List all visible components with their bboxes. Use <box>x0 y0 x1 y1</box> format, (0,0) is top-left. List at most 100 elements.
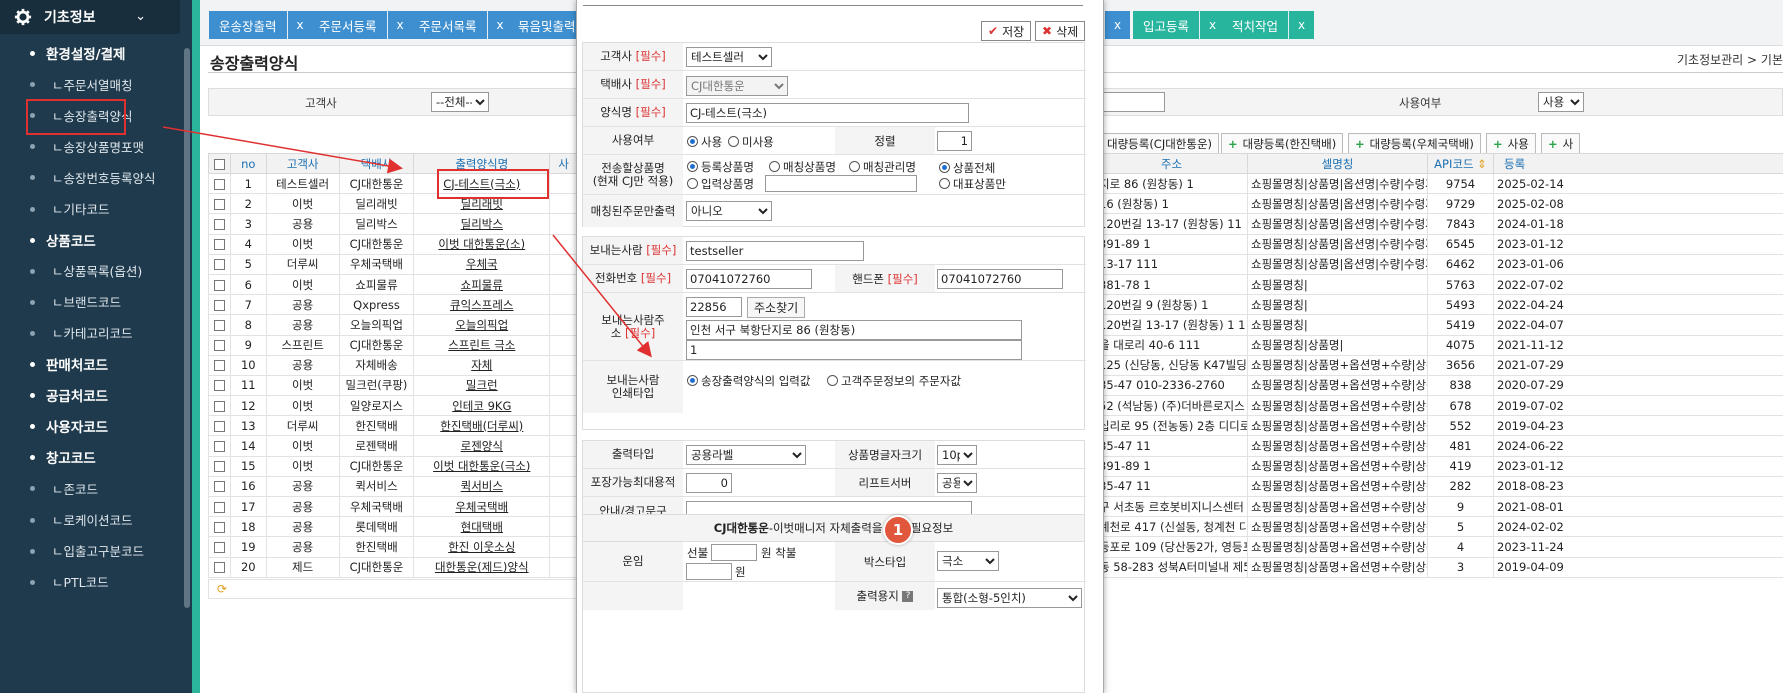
use-yes-radio[interactable]: 사용 <box>687 134 722 150</box>
table-row[interactable]: 11 이벗 밀크런(쿠팡) 밀크런 <box>208 374 578 397</box>
row-checkbox[interactable] <box>208 253 231 275</box>
sort-icon[interactable]: ⇕ <box>1474 157 1487 171</box>
form-name-link[interactable]: 딜리박스 <box>413 213 551 235</box>
tab-label[interactable]: 묶음및출력 <box>508 11 586 39</box>
refresh-icon[interactable]: ⟳ <box>208 579 578 599</box>
form-name-link[interactable]: 이벗 대한통운(소) <box>413 233 551 255</box>
sidebar-item[interactable]: ㄴ카테고리코드 <box>0 318 180 348</box>
table-row[interactable]: 13 더루씨 한진택배 한진택배(더루씨) <box>208 415 578 437</box>
sidebar-item[interactable]: ㄴ주문서열매칭 <box>0 69 180 99</box>
row-checkbox[interactable] <box>208 475 231 498</box>
row-checkbox[interactable] <box>208 395 231 417</box>
row-checkbox[interactable] <box>208 495 231 518</box>
form-name-link[interactable]: 현대택배 <box>413 516 551 538</box>
sidebar-item[interactable]: ㄴ존코드 <box>0 473 180 503</box>
receipt-select[interactable]: 공용 <box>937 473 977 493</box>
sidebar-header[interactable]: 기초정보 ⌄ <box>0 0 192 34</box>
table-row[interactable]: 16 (원창동) 1 쇼핑몰명칭|상품명|옵션명|수량|수령자 9729 2025-0… <box>1095 193 1783 215</box>
form-name-link[interactable]: 우체국 <box>413 253 551 275</box>
row-checkbox[interactable] <box>208 435 231 457</box>
col-header[interactable]: no <box>229 153 267 174</box>
row-checkbox[interactable] <box>208 172 231 195</box>
opt-all-products-radio[interactable]: 상품전체 <box>939 160 995 176</box>
form-name-link[interactable]: 밀크런 <box>413 374 551 397</box>
table-row[interactable]: 85-47 11 쇼핑몰명칭|상품명+옵션명+수량|상품 481 2024-06-22 <box>1095 435 1783 457</box>
row-checkbox[interactable] <box>208 294 231 316</box>
find-address-button[interactable]: 주소찾기 <box>747 297 806 318</box>
use-no-radio[interactable]: 미사용 <box>728 134 774 150</box>
tab-label[interactable]: 적치작업 <box>1222 11 1289 39</box>
col-header[interactable]: 사 <box>549 153 578 174</box>
col-header[interactable]: API코드 ⇕ <box>1427 153 1494 174</box>
opt-input-radio[interactable]: 입력상품명 <box>687 176 754 192</box>
table-row[interactable]: 계천로 417 (신설동, 청계천 디 쇼핑몰명칭|상품명+옵션명+수량|상품 5 2… <box>1095 516 1783 538</box>
opt-matched-radio[interactable]: 매칭상품명 <box>769 159 836 175</box>
matched-only-select[interactable]: 아니오 <box>686 201 772 221</box>
sidebar-item[interactable]: 사용자코드 <box>0 411 180 441</box>
sidebar-item[interactable]: 환경설정/결제 <box>0 38 180 68</box>
customer-select[interactable]: 테스트셀러 <box>686 47 772 67</box>
table-row[interactable]: 85-47 11 쇼핑몰명칭|상품명+옵션명+수량|상품 282 2018-08-23 <box>1095 475 1783 498</box>
tab-label[interactable]: 주문서등록 <box>309 11 387 39</box>
table-row[interactable]: 85-47 010-2336-2760 쇼핑몰명칭|상품명+옵션명+수량|상품 83… <box>1095 374 1783 397</box>
table-row[interactable]: 20 제드 CJ대한통운 대한통운(제드)양식 <box>208 556 578 578</box>
table-row[interactable]: 동 58-283 성북A터미널내 제5 쇼핑몰명칭|상품명+옵션명+수량|상품 3 2… <box>1095 556 1783 578</box>
table-row[interactable]: 3 공용 딜리박스 딜리박스 <box>208 213 578 235</box>
row-checkbox[interactable] <box>208 233 231 255</box>
form-name-link[interactable]: 인테코 9KG <box>413 395 551 417</box>
opt-rep-product-radio[interactable]: 대표상품만 <box>939 176 1006 192</box>
table-row[interactable]: 17 공용 우체국택배 우체국택배 <box>208 495 578 518</box>
sidebar-scrollbar[interactable] <box>184 48 190 608</box>
bulk-register-cj-button[interactable]: 대량등록(CJ대한통운) <box>1100 133 1220 154</box>
sidebar-item[interactable]: ㄴ송장번호등록양식 <box>0 162 180 192</box>
form-name-link[interactable]: 이벗 대한통운(극소) <box>413 455 551 477</box>
form-name-link[interactable]: 스프린트 극소 <box>413 334 551 356</box>
row-checkbox[interactable] <box>208 536 231 558</box>
print-form-input-radio[interactable]: 송장출력양식의 입력값 <box>687 373 810 389</box>
sidebar-item[interactable]: ㄴ입출고구분코드 <box>0 536 180 566</box>
row-checkbox[interactable] <box>208 273 231 296</box>
table-row[interactable]: 52 (석남동) (주)더바른로지스 쇼핑몰명칭|상품명+옵션명+수량|상품 678… <box>1095 395 1783 417</box>
row-checkbox[interactable] <box>208 314 231 336</box>
table-row[interactable]: 15 이벗 CJ대한통운 이벗 대한통운(극소) <box>208 455 578 477</box>
sender-input[interactable] <box>686 241 864 261</box>
close-icon[interactable]: x <box>1104 11 1130 39</box>
delete-button[interactable]: ✖ 삭제 <box>1035 21 1086 41</box>
output-type-select[interactable]: 공용라벨 <box>686 445 806 465</box>
table-row[interactable]: 지로 86 (원창동) 1 쇼핑몰명칭|상품명|옵션명|수량|수령자 9754 202… <box>1095 172 1783 195</box>
bulk-register-post-button[interactable]: + 대량등록(우체국택배) <box>1348 133 1481 154</box>
bulk-register-hanjin-button[interactable]: + 대량등록(한진택배) <box>1221 133 1344 154</box>
tab-hidden-close[interactable]: x <box>1104 11 1130 39</box>
tab-putaway[interactable]: 적치작업 x <box>1222 11 1315 39</box>
fare-prepaid-input[interactable] <box>711 544 757 561</box>
sidebar-item[interactable]: ㄴ브랜드코드 <box>0 287 180 317</box>
help-icon[interactable]: ? <box>902 590 914 602</box>
row-checkbox[interactable] <box>208 556 231 578</box>
sidebar-item[interactable]: 판매처코드 <box>0 349 180 379</box>
table-row[interactable]: 10 공용 자체배송 자체 <box>208 354 578 376</box>
opt-registered-radio[interactable]: 등록상품명 <box>687 159 754 175</box>
table-row[interactable]: 9 스프린트 CJ대한통운 스프린트 극소 <box>208 334 578 356</box>
table-row[interactable]: 십리로 95 (전농동) 2층 디디로 쇼핑몰명칭|상품명+옵션명+수량|상품 55… <box>1095 415 1783 437</box>
row-checkbox[interactable] <box>208 374 231 397</box>
table-row[interactable]: 120번길 13-17 (원창동) 11 쇼핑몰명칭|상품명|옵션명|수량|수령자… <box>1095 213 1783 235</box>
table-row[interactable]: 391-89 1 쇼핑몰명칭|상품명+옵션명+수량|상품 419 2023-01-12 <box>1095 455 1783 477</box>
form-name-link[interactable]: 퀵서비스 <box>413 475 551 498</box>
sidebar-item[interactable]: 상품코드 <box>0 225 180 255</box>
col-header[interactable]: 주소 <box>1095 153 1248 174</box>
tab-order-register[interactable]: 주문서등록 x <box>309 11 413 39</box>
col-header[interactable]: 택배사 <box>338 153 415 174</box>
row-checkbox[interactable] <box>208 516 231 538</box>
form-name-link[interactable]: 쇼피물류 <box>413 273 551 296</box>
tab-order-list[interactable]: 주문서목록 x <box>409 11 513 39</box>
form-name-link[interactable]: 한진택배(더루씨) <box>413 415 551 437</box>
table-row[interactable]: 381-78 1 쇼핑몰명칭| 5763 2022-07-02 <box>1095 273 1783 296</box>
table-row[interactable]: 6 이벗 쇼피물류 쇼피물류 <box>208 273 578 296</box>
row-checkbox[interactable] <box>208 334 231 356</box>
print-customer-orderer-radio[interactable]: 고객주문정보의 주문자값 <box>827 373 961 389</box>
form-name-link[interactable]: 오늘의픽업 <box>413 314 551 336</box>
pack-input[interactable] <box>686 473 732 493</box>
col-header[interactable]: 등록 <box>1493 153 1783 174</box>
fare-cod-input[interactable] <box>686 563 732 580</box>
mobile-input[interactable] <box>937 269 1063 289</box>
